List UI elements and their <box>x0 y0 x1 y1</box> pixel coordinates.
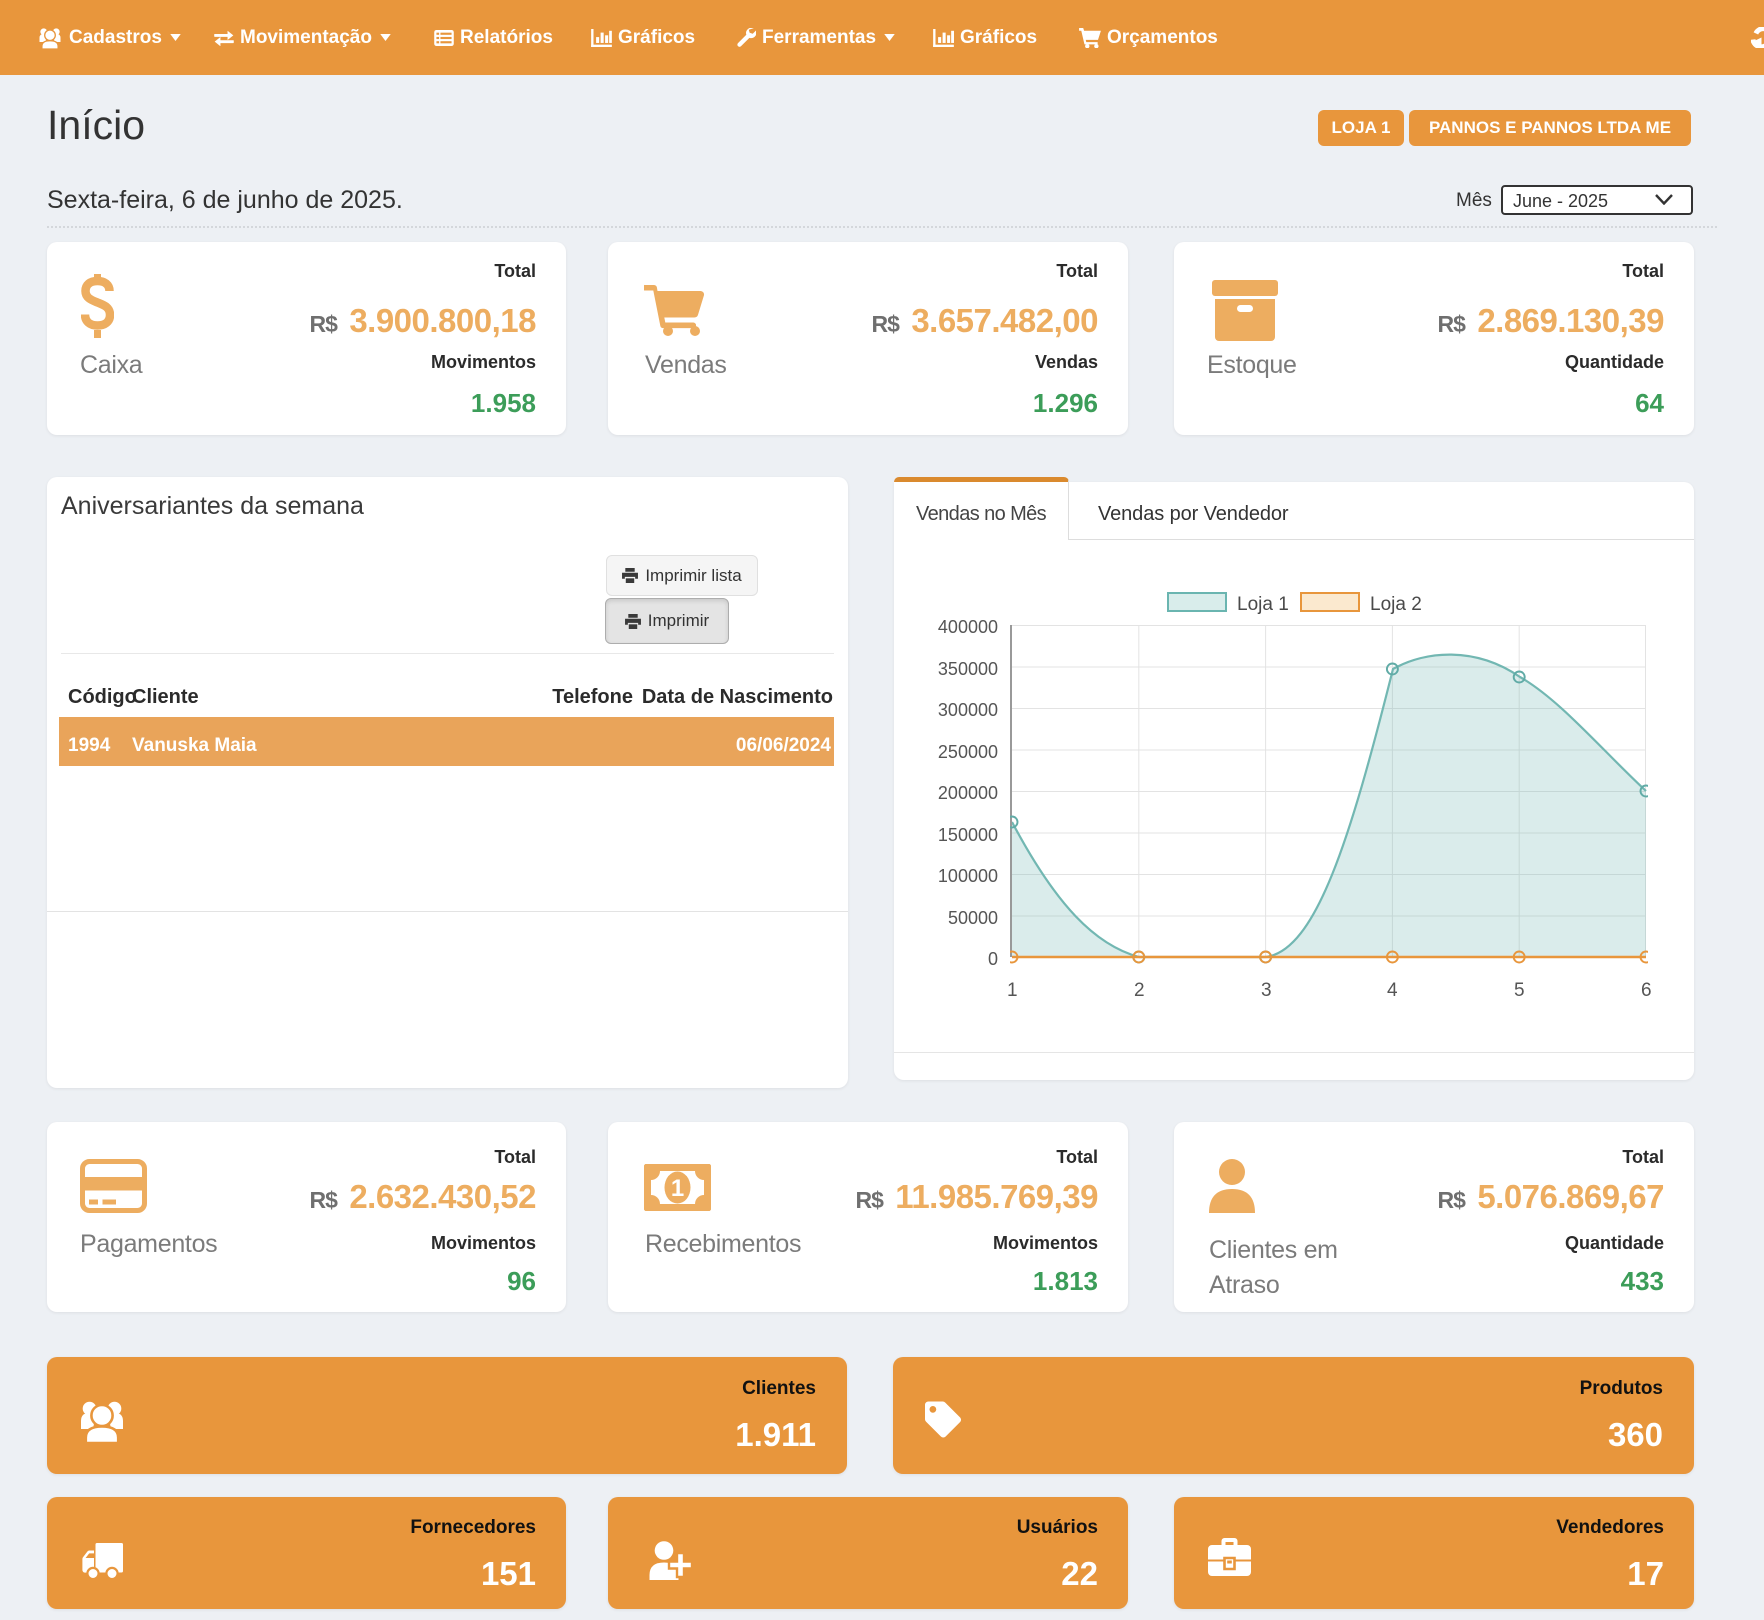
svg-text:1: 1 <box>671 1175 684 1202</box>
